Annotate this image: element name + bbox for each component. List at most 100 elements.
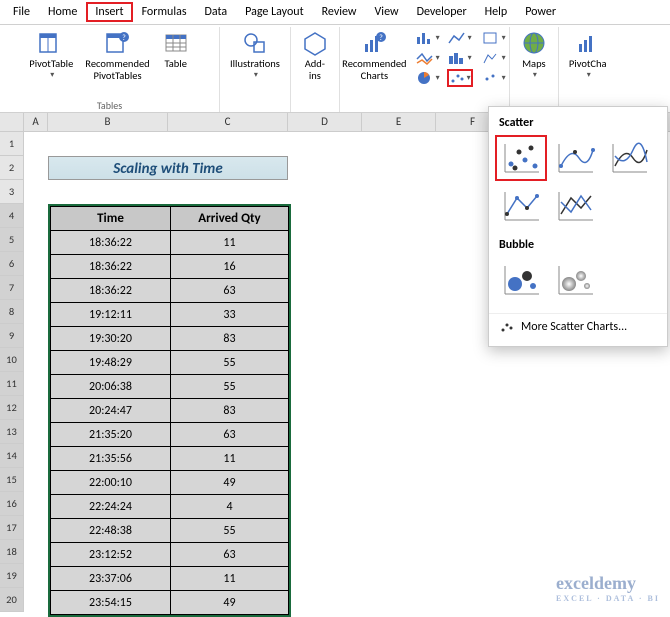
- table-cell[interactable]: 22:24:24: [51, 495, 171, 519]
- row-header-8[interactable]: 8: [0, 300, 24, 324]
- menu-item-home[interactable]: Home: [39, 2, 86, 22]
- scatter-smooth-option[interactable]: [603, 135, 655, 181]
- row-header-18[interactable]: 18: [0, 540, 24, 564]
- row-header-4[interactable]: 4: [0, 204, 24, 228]
- table-cell[interactable]: 20:24:47: [51, 399, 171, 423]
- bubble-3d-option[interactable]: [549, 257, 601, 303]
- pie-chart-icon[interactable]: ▾: [415, 69, 441, 87]
- table-cell[interactable]: 55: [171, 375, 289, 399]
- menu-item-insert[interactable]: Insert: [86, 2, 132, 22]
- row-header-6[interactable]: 6: [0, 252, 24, 276]
- scatter-only-option[interactable]: [495, 135, 547, 181]
- col-header-A[interactable]: A: [24, 113, 48, 131]
- table-cell[interactable]: 55: [171, 351, 289, 375]
- pivottable-button[interactable]: PivotTable ▾: [25, 27, 77, 83]
- menu-item-power[interactable]: Power: [516, 2, 565, 22]
- addins-label: Add- ins: [305, 58, 325, 81]
- row-header-12[interactable]: 12: [0, 396, 24, 420]
- scatter-chart-icon[interactable]: ▾: [447, 69, 473, 87]
- more-scatter-charts[interactable]: More Scatter Charts...: [489, 313, 667, 340]
- table-cell[interactable]: 22:48:38: [51, 519, 171, 543]
- treemap-chart-icon[interactable]: ▾: [481, 49, 507, 67]
- select-all-corner[interactable]: [0, 113, 24, 131]
- menu-item-view[interactable]: View: [366, 2, 408, 22]
- table-cell[interactable]: 23:12:52: [51, 543, 171, 567]
- menu-item-review[interactable]: Review: [313, 2, 366, 22]
- column-chart-icon[interactable]: ▾: [415, 29, 441, 47]
- table-cell[interactable]: 18:36:22: [51, 231, 171, 255]
- row-header-5[interactable]: 5: [0, 228, 24, 252]
- addins-button[interactable]: Add- ins: [297, 27, 333, 83]
- table-cell[interactable]: 21:35:56: [51, 447, 171, 471]
- illustrations-button[interactable]: Illustrations ▾: [226, 27, 284, 82]
- menu-item-formulas[interactable]: Formulas: [133, 2, 196, 22]
- scatter-smooth-lines-option[interactable]: [549, 135, 601, 181]
- row-header-3[interactable]: 3: [0, 180, 24, 204]
- row-header-17[interactable]: 17: [0, 516, 24, 540]
- group-label-tables: Tables: [97, 99, 122, 112]
- table-cell[interactable]: 11: [171, 231, 289, 255]
- table-cell[interactable]: 18:36:22: [51, 279, 171, 303]
- table-button[interactable]: Table: [158, 27, 194, 83]
- menu-item-data[interactable]: Data: [196, 2, 237, 22]
- combo-chart-icon[interactable]: ▾: [481, 69, 507, 87]
- row-header-11[interactable]: 11: [0, 372, 24, 396]
- table-row: 22:00:1049: [51, 471, 289, 495]
- bubble-option[interactable]: [495, 257, 547, 303]
- table-cell[interactable]: 19:48:29: [51, 351, 171, 375]
- menu-item-developer[interactable]: Developer: [408, 2, 476, 22]
- row-header-10[interactable]: 10: [0, 348, 24, 372]
- table-cell[interactable]: 4: [171, 495, 289, 519]
- table-cell[interactable]: 33: [171, 303, 289, 327]
- table-cell[interactable]: 19:30:20: [51, 327, 171, 351]
- table-cell[interactable]: 16: [171, 255, 289, 279]
- row-header-19[interactable]: 19: [0, 564, 24, 588]
- table-cell[interactable]: 23:37:06: [51, 567, 171, 591]
- recommended-charts-button[interactable]: ? Recommended Charts: [338, 27, 410, 89]
- table-cell[interactable]: 22:00:10: [51, 471, 171, 495]
- area-chart-icon[interactable]: ▾: [447, 49, 473, 67]
- row-header-2[interactable]: 2: [0, 156, 24, 180]
- line2-chart-icon[interactable]: ▾: [415, 49, 441, 67]
- row-header-7[interactable]: 7: [0, 276, 24, 300]
- table-row: 19:30:2083: [51, 327, 289, 351]
- col-header-D[interactable]: D: [288, 113, 362, 131]
- svg-text:?: ?: [380, 33, 384, 43]
- table-cell[interactable]: 63: [171, 423, 289, 447]
- menu-item-file[interactable]: File: [4, 2, 39, 22]
- row-header-15[interactable]: 15: [0, 468, 24, 492]
- table-cell[interactable]: 21:35:20: [51, 423, 171, 447]
- scatter-straight-option[interactable]: [549, 183, 601, 229]
- table-cell[interactable]: 19:12:11: [51, 303, 171, 327]
- table-cell[interactable]: 83: [171, 327, 289, 351]
- maps-button[interactable]: Maps ▾: [516, 27, 552, 82]
- table-cell[interactable]: 11: [171, 567, 289, 591]
- row-header-20[interactable]: 20: [0, 588, 24, 612]
- row-header-1[interactable]: 1: [0, 132, 24, 156]
- table-cell[interactable]: 63: [171, 543, 289, 567]
- table-cell[interactable]: 18:36:22: [51, 255, 171, 279]
- scatter-straight-markers-option[interactable]: [495, 183, 547, 229]
- table-row: 19:12:1133: [51, 303, 289, 327]
- row-header-16[interactable]: 16: [0, 492, 24, 516]
- pivotchart-button[interactable]: PivotCha ▾: [565, 27, 611, 82]
- table-cell[interactable]: 20:06:38: [51, 375, 171, 399]
- menu-item-page layout[interactable]: Page Layout: [236, 2, 312, 22]
- more-scatter-label: More Scatter Charts...: [521, 320, 627, 334]
- line-chart-icon[interactable]: ▾: [447, 29, 473, 47]
- table-cell[interactable]: 63: [171, 279, 289, 303]
- map-chart-icon[interactable]: ▾: [481, 29, 507, 47]
- col-header-E[interactable]: E: [362, 113, 436, 131]
- table-cell[interactable]: 11: [171, 447, 289, 471]
- menu-item-help[interactable]: Help: [476, 2, 517, 22]
- col-header-C[interactable]: C: [168, 113, 288, 131]
- table-cell[interactable]: 83: [171, 399, 289, 423]
- recommended-pivottables-button[interactable]: ? Recommended PivotTables: [81, 27, 153, 83]
- row-header-14[interactable]: 14: [0, 444, 24, 468]
- row-header-13[interactable]: 13: [0, 420, 24, 444]
- col-header-B[interactable]: B: [48, 113, 168, 131]
- row-header-9[interactable]: 9: [0, 324, 24, 348]
- table-cell[interactable]: 49: [171, 471, 289, 495]
- table-header: Arrived Qty: [171, 207, 289, 231]
- table-cell[interactable]: 55: [171, 519, 289, 543]
